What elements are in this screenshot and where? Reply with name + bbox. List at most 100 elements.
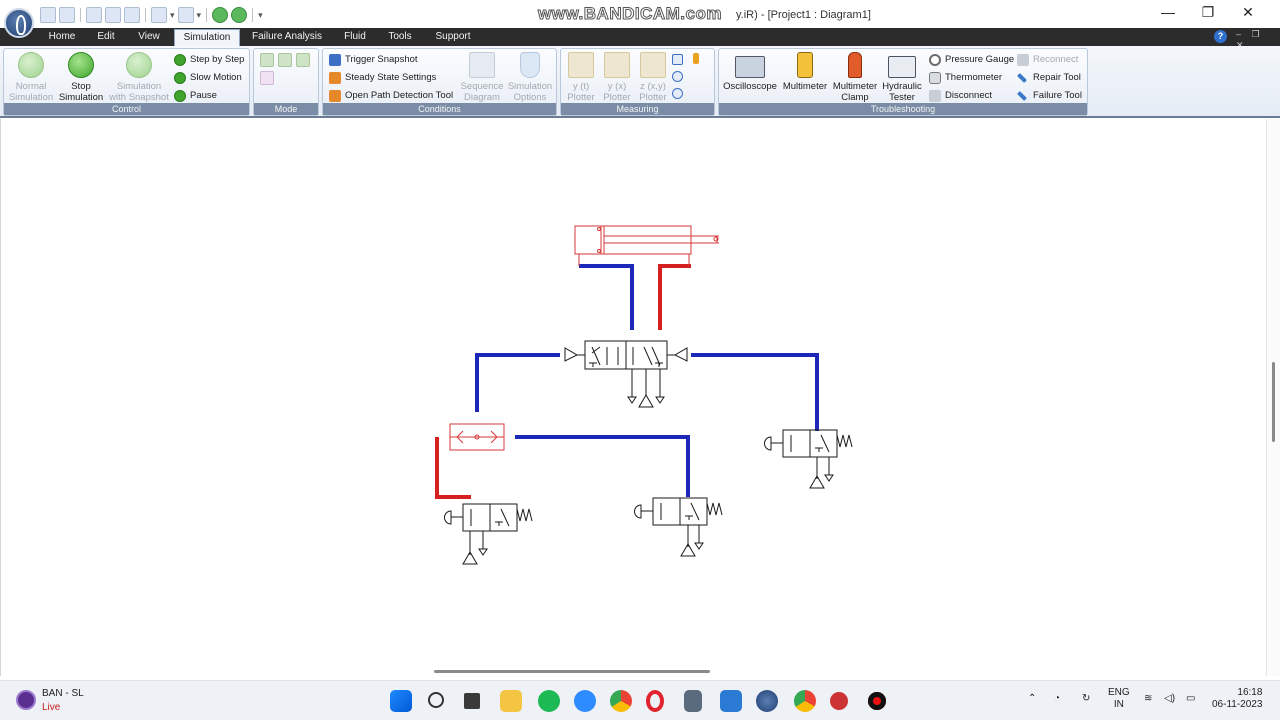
chrome-icon[interactable]: [610, 690, 632, 712]
sequence-diagram-button[interactable]: Sequence Diagram: [457, 52, 507, 103]
customize-qat-icon[interactable]: ▾: [258, 10, 263, 21]
zoom-icon[interactable]: [574, 690, 596, 712]
mode-edit-icon[interactable]: [278, 53, 292, 67]
undo-icon[interactable]: [151, 7, 167, 23]
open-file-icon[interactable]: [59, 7, 75, 23]
normal-simulation-button[interactable]: Normal Simulation: [4, 52, 58, 103]
windows-start-icon[interactable]: [390, 690, 412, 712]
double-acting-cylinder[interactable]: [574, 225, 719, 266]
save-all-icon[interactable]: [105, 7, 121, 23]
print-icon[interactable]: [124, 7, 140, 23]
stop-simulation-button[interactable]: Stop Simulation: [54, 52, 108, 103]
multimeter-clamp-button[interactable]: Multimeter Clamp: [829, 52, 881, 103]
language-indicator[interactable]: ENG IN: [1108, 687, 1130, 711]
table-probe-icon[interactable]: [672, 54, 683, 65]
spotify-icon[interactable]: [538, 690, 560, 712]
app-logo-icon[interactable]: [4, 8, 34, 38]
tab-fluid[interactable]: Fluid: [336, 28, 374, 46]
main-5-2-pilot-valve[interactable]: [564, 340, 688, 408]
qat-separator: [206, 8, 208, 22]
cylinder-left-line[interactable]: [579, 264, 634, 330]
horizontal-scroll-thumb[interactable]: [434, 670, 710, 673]
pause-button[interactable]: Pause: [174, 87, 217, 104]
simulation-options-button[interactable]: Simulation Options: [505, 52, 555, 103]
cylinder-right-line[interactable]: [658, 264, 691, 330]
vertical-scroll-thumb[interactable]: [1272, 362, 1275, 442]
minimize-button[interactable]: —: [1148, 4, 1188, 21]
automation-studio-taskbar-icon[interactable]: [756, 690, 778, 712]
slow-motion-button[interactable]: Slow Motion: [174, 69, 242, 86]
pressure-gauge-button[interactable]: Pressure Gauge: [929, 51, 1014, 68]
zxy-plotter-button[interactable]: z (x,y) Plotter: [633, 52, 673, 103]
valve-right-pilot-line[interactable]: [691, 353, 819, 431]
shuttle-valve[interactable]: [449, 423, 505, 451]
tab-edit[interactable]: Edit: [90, 28, 122, 46]
undo-dropdown-icon[interactable]: ▾: [170, 10, 175, 21]
network-alert-icon[interactable]: ◔: [1054, 693, 1060, 705]
play-icon[interactable]: [212, 7, 229, 23]
calculator-icon[interactable]: [684, 690, 702, 712]
thermometer-button[interactable]: Thermometer: [929, 69, 1002, 86]
new-file-icon[interactable]: [40, 7, 56, 23]
close-button[interactable]: ✕: [1228, 4, 1268, 21]
steady-state-settings-button[interactable]: Steady State Settings: [329, 69, 436, 86]
tab-support[interactable]: Support: [430, 28, 476, 46]
bandicam-icon[interactable]: [868, 692, 886, 710]
reconnect-button[interactable]: Reconnect: [1017, 51, 1078, 68]
file-explorer-icon[interactable]: [500, 690, 522, 712]
pushbutton-valve-1[interactable]: [444, 503, 533, 565]
diagram-canvas[interactable]: [0, 119, 1266, 676]
disconnect-button[interactable]: Disconnect: [929, 87, 992, 104]
valve-left-pilot-line[interactable]: [475, 353, 560, 412]
trigger-snapshot-button[interactable]: Trigger Snapshot: [329, 51, 418, 68]
hydraulic-tester-button[interactable]: Hydraulic Tester: [877, 52, 927, 103]
help-icon[interactable]: ?: [1214, 30, 1227, 43]
shuttle-to-valve2-line[interactable]: [515, 435, 690, 497]
yx-plotter-button[interactable]: y (x) Plotter: [597, 52, 637, 103]
pushbutton-valve-2[interactable]: [634, 497, 723, 557]
mode-normal-icon[interactable]: [260, 53, 274, 67]
wifi-icon[interactable]: ≋: [1144, 693, 1152, 705]
step-by-step-button[interactable]: Step by Step: [174, 51, 244, 68]
multimeter-button[interactable]: Multimeter: [779, 52, 831, 92]
clock[interactable]: 16:18 06-11-2023: [1212, 687, 1262, 711]
oscilloscope-button[interactable]: Oscilloscope: [721, 52, 779, 92]
pressure-probe-icon[interactable]: [672, 71, 683, 82]
failure-tool-button[interactable]: Failure Tool: [1017, 87, 1082, 104]
stop-icon[interactable]: [231, 7, 248, 23]
pushbutton-valve-3[interactable]: [764, 429, 853, 489]
photos-icon[interactable]: [720, 690, 742, 712]
tab-view[interactable]: View: [132, 28, 166, 46]
tab-failure-analysis[interactable]: Failure Analysis: [248, 28, 326, 46]
shuttle-to-valve1-line[interactable]: [435, 437, 471, 499]
repair-tool-button[interactable]: Repair Tool: [1017, 69, 1081, 86]
redo-dropdown-icon[interactable]: ▾: [197, 10, 202, 21]
maximize-button[interactable]: ❐: [1188, 4, 1228, 21]
simulation-with-snapshot-button[interactable]: Simulation with Snapshot: [108, 52, 170, 103]
vertical-scrollbar[interactable]: [1266, 119, 1280, 676]
save-icon[interactable]: [86, 7, 102, 23]
redo-icon[interactable]: [177, 7, 194, 23]
yt-plotter-button[interactable]: y (t) Plotter: [561, 52, 601, 103]
live-title[interactable]: BAN - SL: [42, 688, 84, 699]
volume-icon[interactable]: ◁): [1164, 693, 1175, 705]
live-stream-avatar[interactable]: [16, 690, 36, 710]
zxy-plotter-label: z (x,y) Plotter: [639, 81, 667, 103]
lightning-probe-icon[interactable]: [693, 53, 699, 64]
tab-simulation[interactable]: Simulation: [174, 29, 240, 46]
recorder-icon[interactable]: [830, 692, 848, 710]
search-icon[interactable]: [428, 692, 444, 708]
tab-tools[interactable]: Tools: [382, 28, 418, 46]
opera-icon[interactable]: [646, 690, 664, 712]
chrome-profile-icon[interactable]: [794, 690, 816, 712]
battery-icon[interactable]: ▭: [1186, 693, 1195, 705]
open-path-detection-button[interactable]: Open Path Detection Tool: [329, 87, 453, 104]
mode-extra-icon[interactable]: [260, 71, 274, 85]
task-view-icon[interactable]: [464, 693, 480, 709]
horizontal-scrollbar[interactable]: [0, 666, 1266, 676]
mode-simulate-icon[interactable]: [296, 53, 310, 67]
tray-overflow-icon[interactable]: ⌃: [1028, 693, 1036, 705]
sync-icon[interactable]: ↻: [1082, 693, 1090, 705]
tab-home[interactable]: Home: [44, 28, 80, 46]
flow-probe-icon[interactable]: [672, 88, 683, 99]
